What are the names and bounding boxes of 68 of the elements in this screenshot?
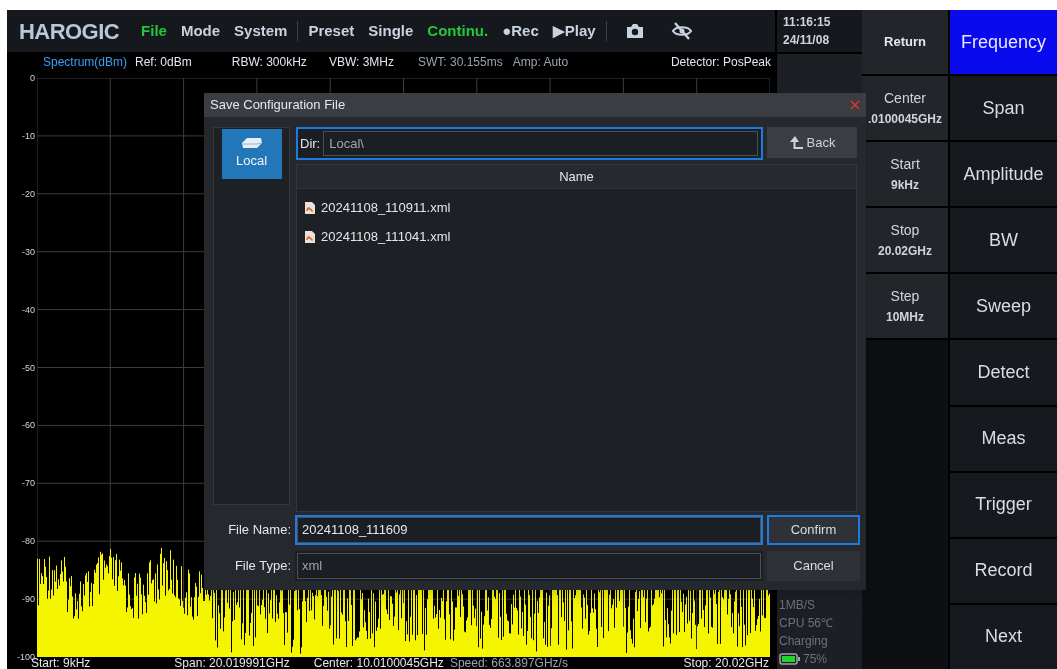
menu-tab[interactable]: Record xyxy=(950,538,1057,603)
axis-label: -20 xyxy=(22,188,35,199)
xml-file-icon xyxy=(305,230,315,243)
menu-item[interactable]: Continu. xyxy=(427,19,489,43)
axis-label: -70 xyxy=(22,478,35,489)
menu-item[interactable]: ●Rec xyxy=(502,19,539,43)
menu-item[interactable]: Preset xyxy=(308,19,355,43)
axis-label: -60 xyxy=(22,420,35,431)
setting-button[interactable]: Center .0100045GHz xyxy=(862,76,948,140)
axis-info-label: Speed: 663.897GHz/s xyxy=(449,657,568,669)
return-button[interactable]: Return xyxy=(862,10,948,74)
axis-label: -50 xyxy=(22,362,35,373)
menu-tab[interactable]: Detect xyxy=(950,340,1057,405)
menu-item[interactable]: System xyxy=(234,19,288,43)
file-name[interactable]: 20241108_110911.xml xyxy=(321,197,451,218)
column-header: Name xyxy=(558,168,595,186)
info-label: Spectrum(dBm) xyxy=(43,54,128,71)
back-button[interactable]: Back xyxy=(767,127,857,158)
menu-tab[interactable]: Trigger xyxy=(950,472,1057,537)
axis-info-label: Center: 10.0100045GHz xyxy=(313,657,444,669)
menu-tab[interactable]: Amplitude xyxy=(950,142,1057,207)
menu-tab[interactable]: Sweep xyxy=(950,274,1057,339)
menu-item[interactable]: Mode xyxy=(180,19,221,43)
eye-off-icon[interactable] xyxy=(670,22,693,40)
axis-label: -40 xyxy=(22,304,35,315)
input-field[interactable]: 20241108_111609 xyxy=(295,515,763,545)
up-arrow-icon xyxy=(788,134,805,151)
menu-item[interactable]: File xyxy=(141,19,167,43)
axis-label: -90 xyxy=(22,594,35,605)
menu-tab[interactable]: Next xyxy=(950,604,1057,669)
input-field[interactable]: xml xyxy=(295,551,763,581)
dialog-title: Save Configuration File xyxy=(210,96,346,115)
status-text: CPU 56℃ xyxy=(779,615,835,632)
clock-date: 24/11/08 xyxy=(783,32,831,49)
menu-tab[interactable]: Span xyxy=(950,76,1057,141)
axis-label: -30 xyxy=(22,246,35,257)
file-name[interactable]: 20241108_111041.xml xyxy=(321,226,451,247)
axis-info-label: Span: 20.019991GHz xyxy=(174,657,290,669)
info-label: Ref: 0dBm xyxy=(135,54,192,71)
xml-file-icon xyxy=(305,201,315,214)
drive-icon xyxy=(240,137,263,150)
location-item[interactable]: Local xyxy=(221,129,282,179)
axis-info-label: Stop: 20.02GHz xyxy=(683,657,769,669)
status-text: 1MB/S xyxy=(779,597,816,614)
menu-item[interactable]: ▶Play xyxy=(552,19,596,43)
field-label: File Type: xyxy=(233,557,292,576)
directory-field[interactable]: Dir: Local\ xyxy=(296,127,763,160)
axis-label: 0 xyxy=(30,73,35,83)
info-label: SWT: 30.155ms xyxy=(418,54,503,71)
dialog-button[interactable]: Cancel xyxy=(767,551,860,581)
info-label: RBW: 300kHz xyxy=(231,54,307,71)
info-label: Amp: Auto xyxy=(512,54,569,71)
info-label: Detector: PosPeak xyxy=(670,54,771,71)
menu-tab[interactable]: BW xyxy=(950,208,1057,273)
camera-icon[interactable] xyxy=(624,22,645,40)
dialog-button[interactable]: Confirm xyxy=(767,515,860,545)
menu-tab[interactable]: Meas xyxy=(950,406,1057,471)
menu-tab[interactable]: Frequency xyxy=(950,10,1057,75)
info-label: VBW: 3MHz xyxy=(328,54,394,71)
menu-item[interactable]: Single xyxy=(368,19,414,43)
logo: HAROGIC xyxy=(19,17,120,46)
status-text: Charging xyxy=(779,633,829,650)
axis-label: -10 xyxy=(22,130,35,141)
battery-percent: 75% xyxy=(803,651,828,668)
field-label: File Name: xyxy=(227,521,292,540)
axis-label: -80 xyxy=(22,536,35,547)
clock-time: 11:16:15 xyxy=(783,14,832,31)
battery-icon xyxy=(779,653,801,665)
